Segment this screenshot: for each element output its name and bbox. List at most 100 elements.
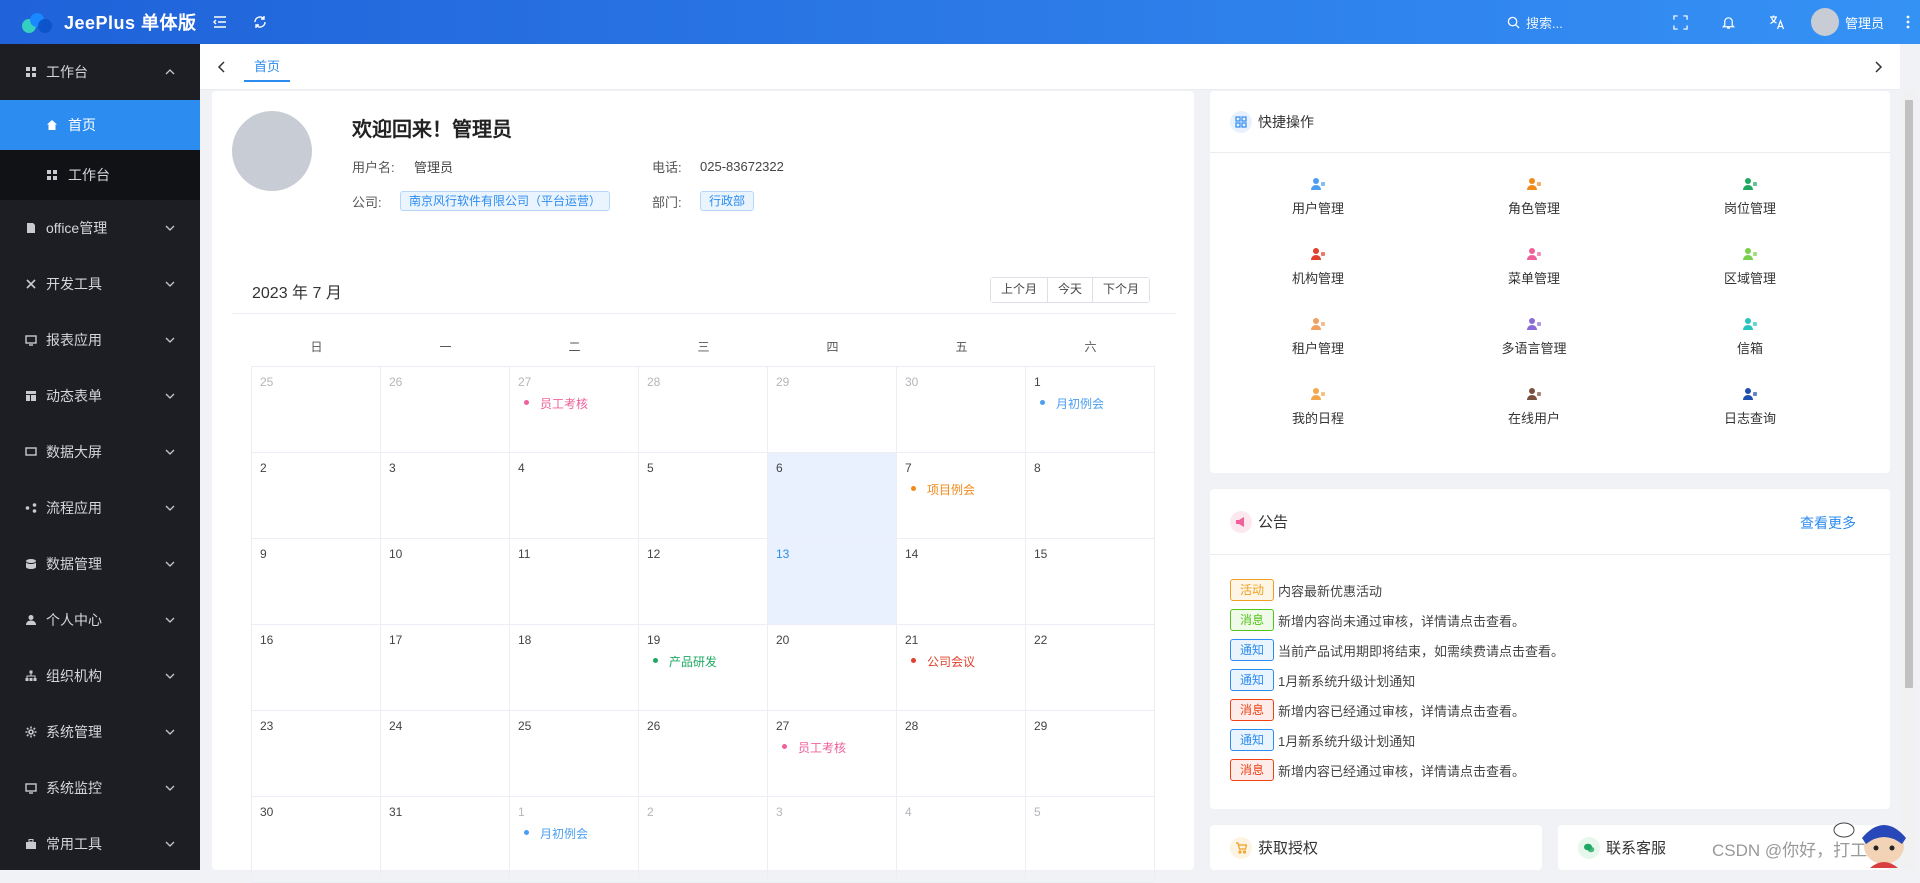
calendar-day[interactable]: 9 bbox=[251, 538, 381, 625]
search-box[interactable]: 搜索... bbox=[1507, 0, 1657, 44]
sidebar-item-9[interactable]: 组织机构 bbox=[0, 648, 200, 704]
calendar-day[interactable]: 5 bbox=[638, 452, 768, 539]
calendar-day[interactable]: 29 bbox=[1025, 710, 1155, 797]
calendar-day[interactable]: 18 bbox=[509, 624, 639, 711]
quick-action-6[interactable]: 租户管理 bbox=[1210, 301, 1426, 371]
collapse-menu-icon[interactable] bbox=[200, 0, 240, 44]
calendar-day[interactable]: 1 月初例会 bbox=[1025, 366, 1155, 453]
bell-icon[interactable] bbox=[1705, 0, 1753, 44]
calendar-day[interactable]: 23 bbox=[251, 710, 381, 797]
calendar-day[interactable]: 3 bbox=[380, 452, 510, 539]
notice-item[interactable]: 消息 新增内容已经通过审核，详情请点击查看。 bbox=[1230, 695, 1564, 725]
sidebar-item-12[interactable]: 常用工具 bbox=[0, 816, 200, 870]
calendar-day[interactable]: 26 bbox=[638, 710, 768, 797]
quick-action-10[interactable]: 在线用户 bbox=[1426, 371, 1642, 441]
notice-item[interactable]: 消息 新增内容已经通过审核，详情请点击查看。 bbox=[1230, 755, 1564, 785]
calendar-day[interactable]: 4 bbox=[509, 452, 639, 539]
calendar-day[interactable]: 29 bbox=[767, 366, 897, 453]
calendar-event[interactable]: 月初例会 bbox=[518, 825, 630, 842]
fullscreen-icon[interactable] bbox=[1657, 0, 1705, 44]
notice-item[interactable]: 消息 新增内容尚未通过审核，详情请点击查看。 bbox=[1230, 605, 1564, 635]
quick-action-5[interactable]: 区域管理 bbox=[1642, 231, 1858, 301]
calendar-day[interactable]: 26 bbox=[380, 366, 510, 453]
calendar-day[interactable]: 19 产品研发 bbox=[638, 624, 768, 711]
sidebar-item-4[interactable]: 动态表单 bbox=[0, 368, 200, 424]
notice-item[interactable]: 通知 1月新系统升级计划通知 bbox=[1230, 665, 1564, 695]
calendar-day[interactable]: 8 bbox=[1025, 452, 1155, 539]
quick-action-9[interactable]: 我的日程 bbox=[1210, 371, 1426, 441]
tab-home[interactable]: 首页 bbox=[244, 52, 291, 82]
notice-item[interactable]: 通知 当前产品试用期即将结束，如需续费请点击查看。 bbox=[1230, 635, 1564, 665]
notice-item[interactable]: 通知 1月新系统升级计划通知 bbox=[1230, 725, 1564, 755]
sidebar-item-3[interactable]: 报表应用 bbox=[0, 312, 200, 368]
quick-action-0[interactable]: 用户管理 bbox=[1210, 161, 1426, 231]
calendar-day[interactable]: 10 bbox=[380, 538, 510, 625]
calendar-day[interactable]: 24 bbox=[380, 710, 510, 797]
search-input[interactable]: 搜索... bbox=[1526, 13, 1563, 32]
calendar-day[interactable]: 13 bbox=[767, 538, 897, 625]
sidebar-item-6[interactable]: 流程应用 bbox=[0, 480, 200, 536]
quick-action-4[interactable]: 菜单管理 bbox=[1426, 231, 1642, 301]
calendar-day[interactable]: 7 项目例会 bbox=[896, 452, 1026, 539]
calendar-event[interactable]: 员工考核 bbox=[776, 739, 888, 756]
calendar-day[interactable]: 27 员工考核 bbox=[767, 710, 897, 797]
today-button[interactable]: 今天 bbox=[1048, 278, 1094, 302]
sidebar-item-2[interactable]: 开发工具 bbox=[0, 256, 200, 312]
calendar-day[interactable]: 16 bbox=[251, 624, 381, 711]
calendar-day[interactable]: 6 bbox=[767, 452, 897, 539]
notice-item[interactable]: 活动 内容最新优惠活动 bbox=[1230, 575, 1564, 605]
calendar-day[interactable]: 11 bbox=[509, 538, 639, 625]
region-icon bbox=[1742, 246, 1758, 268]
quick-action-3[interactable]: 机构管理 bbox=[1210, 231, 1426, 301]
calendar-day[interactable]: 30 bbox=[896, 366, 1026, 453]
refresh-icon[interactable] bbox=[240, 0, 280, 44]
calendar-day[interactable]: 25 bbox=[509, 710, 639, 797]
language-icon[interactable] bbox=[1753, 0, 1801, 44]
sidebar-subitem-label: 首页 bbox=[68, 117, 96, 133]
quick-action-11[interactable]: 日志查询 bbox=[1642, 371, 1858, 441]
calendar-day[interactable]: 12 bbox=[638, 538, 768, 625]
more-vertical-icon[interactable] bbox=[1896, 0, 1920, 44]
tab-scroll-right-icon[interactable] bbox=[1856, 44, 1900, 90]
quick-action-8[interactable]: 信箱 bbox=[1642, 301, 1858, 371]
view-more-link[interactable]: 查看更多 bbox=[1800, 513, 1856, 533]
next-month-button[interactable]: 下个月 bbox=[1093, 278, 1150, 302]
sidebar-item-7[interactable]: 数据管理 bbox=[0, 536, 200, 592]
calendar-day[interactable]: 15 bbox=[1025, 538, 1155, 625]
quick-action-2[interactable]: 岗位管理 bbox=[1642, 161, 1858, 231]
sidebar-item-11[interactable]: 系统监控 bbox=[0, 760, 200, 816]
quick-action-1[interactable]: 角色管理 bbox=[1426, 161, 1642, 231]
calendar-day[interactable]: 22 bbox=[1025, 624, 1155, 711]
sidebar-item-1[interactable]: office管理 bbox=[0, 200, 200, 256]
calendar-event[interactable]: 产品研发 bbox=[647, 653, 759, 670]
logo[interactable]: JeePlus 单体版 bbox=[0, 9, 200, 35]
sidebar-item-0[interactable]: 工作台 bbox=[0, 44, 200, 100]
chevron-down-icon bbox=[164, 334, 176, 346]
user-menu[interactable]: 管理员 bbox=[1801, 0, 1896, 44]
sidebar-item-8[interactable]: 个人中心 bbox=[0, 592, 200, 648]
calendar-day[interactable]: 25 bbox=[251, 366, 381, 453]
calendar-day[interactable]: 27 员工考核 bbox=[509, 366, 639, 453]
calendar-day[interactable]: 28 bbox=[638, 366, 768, 453]
sidebar-item-5[interactable]: 数据大屏 bbox=[0, 424, 200, 480]
calendar-event[interactable]: 公司会议 bbox=[905, 653, 1017, 670]
calendar-day[interactable]: 28 bbox=[896, 710, 1026, 797]
quick-action-7[interactable]: 多语言管理 bbox=[1426, 301, 1642, 371]
sidebar-subitem-1[interactable]: 工作台 bbox=[0, 150, 200, 200]
calendar-day[interactable]: 17 bbox=[380, 624, 510, 711]
calendar-day[interactable]: 2 bbox=[251, 452, 381, 539]
calendar-event[interactable]: 项目例会 bbox=[905, 481, 1017, 498]
calendar-day[interactable]: 21 公司会议 bbox=[896, 624, 1026, 711]
calendar-day[interactable]: 20 bbox=[767, 624, 897, 711]
calendar-event[interactable]: 月初例会 bbox=[1034, 395, 1146, 412]
scrollbar-thumb[interactable] bbox=[1905, 100, 1913, 688]
prev-month-button[interactable]: 上个月 bbox=[991, 278, 1049, 302]
sidebar-item-10[interactable]: 系统管理 bbox=[0, 704, 200, 760]
calendar-day[interactable]: 14 bbox=[896, 538, 1026, 625]
page-scrollbar[interactable] bbox=[1902, 90, 1916, 870]
tenant-icon bbox=[1310, 316, 1326, 338]
calendar-week: 16 17 18 19 产品研发 20 21 公司会议 22 bbox=[251, 624, 1155, 711]
calendar-event[interactable]: 员工考核 bbox=[518, 395, 630, 412]
sidebar-subitem-0[interactable]: 首页 bbox=[0, 100, 200, 150]
tab-scroll-left-icon[interactable] bbox=[200, 44, 244, 90]
